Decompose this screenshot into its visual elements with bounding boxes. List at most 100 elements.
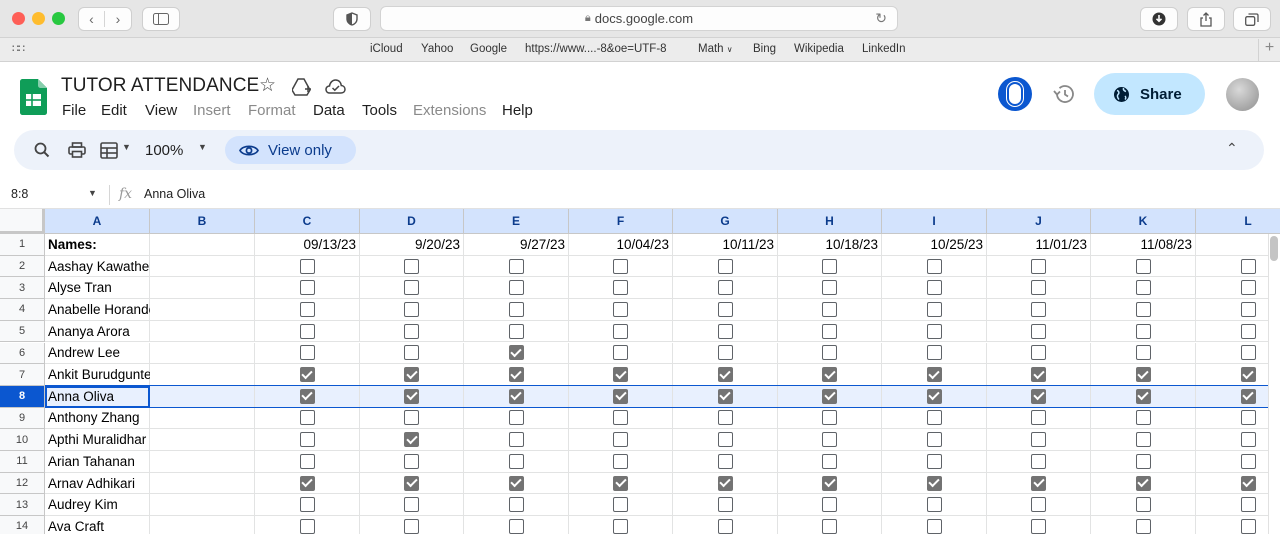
checkbox-cell[interactable] bbox=[673, 342, 778, 365]
checkbox-cell[interactable] bbox=[1091, 299, 1196, 321]
name-cell[interactable]: Ankit Burudgunte bbox=[45, 364, 152, 386]
unchecked-checkbox[interactable] bbox=[1240, 301, 1256, 317]
checked-checkbox[interactable] bbox=[613, 367, 628, 383]
name-cell[interactable]: Anabelle Horande bbox=[45, 299, 156, 321]
empty-cell[interactable] bbox=[150, 342, 255, 365]
date-header-cell[interactable]: 10/11/23 bbox=[673, 234, 778, 256]
close-window-button[interactable] bbox=[12, 12, 25, 25]
checked-checkbox[interactable] bbox=[404, 475, 419, 491]
unchecked-checkbox[interactable] bbox=[299, 453, 315, 469]
checked-checkbox[interactable] bbox=[926, 367, 942, 383]
checkbox-cell[interactable] bbox=[1091, 451, 1196, 473]
unchecked-checkbox[interactable] bbox=[508, 301, 524, 317]
checkbox-cell[interactable] bbox=[255, 277, 360, 300]
checkbox-cell[interactable] bbox=[673, 407, 778, 430]
name-cell[interactable]: Aashay Kawathekar bbox=[45, 255, 168, 278]
date-header-cell[interactable]: 10/04/23 bbox=[569, 234, 673, 256]
unchecked-checkbox[interactable] bbox=[1031, 432, 1046, 448]
checkbox-cell[interactable] bbox=[987, 472, 1091, 495]
reload-icon[interactable]: ↻ bbox=[875, 10, 887, 27]
checked-checkbox[interactable] bbox=[508, 367, 524, 383]
menu-extensions[interactable]: Extensions bbox=[413, 102, 486, 119]
checkbox-cell[interactable] bbox=[778, 299, 882, 321]
unchecked-checkbox[interactable] bbox=[1031, 453, 1046, 469]
checkbox-cell[interactable] bbox=[882, 494, 987, 517]
unchecked-checkbox[interactable] bbox=[926, 518, 942, 534]
unchecked-checkbox[interactable] bbox=[717, 258, 733, 274]
checkbox-cell[interactable] bbox=[464, 407, 569, 430]
checkbox-cell[interactable] bbox=[987, 451, 1091, 473]
version-history-icon[interactable] bbox=[1053, 84, 1075, 104]
empty-cell[interactable] bbox=[150, 299, 255, 321]
checkbox-cell[interactable] bbox=[360, 451, 464, 473]
unchecked-checkbox[interactable] bbox=[1240, 323, 1256, 339]
unchecked-checkbox[interactable] bbox=[299, 301, 315, 317]
share-button[interactable]: Share bbox=[1094, 73, 1205, 115]
bookmark-google[interactable]: Google bbox=[470, 43, 507, 55]
checkbox-cell[interactable] bbox=[1091, 494, 1196, 517]
checkbox-cell[interactable] bbox=[464, 277, 569, 300]
checkbox-cell[interactable] bbox=[673, 516, 778, 534]
column-header-c[interactable]: C bbox=[255, 209, 360, 234]
checked-checkbox[interactable] bbox=[822, 388, 837, 404]
checked-checkbox[interactable] bbox=[717, 475, 733, 491]
unchecked-checkbox[interactable] bbox=[404, 345, 419, 361]
checkbox-cell[interactable] bbox=[569, 429, 673, 451]
checked-checkbox[interactable] bbox=[717, 388, 733, 404]
name-cell[interactable]: Andrew Lee bbox=[45, 342, 150, 365]
date-header-cell[interactable]: 09/13/23 bbox=[255, 234, 360, 256]
empty-cell[interactable] bbox=[150, 320, 255, 343]
checkbox-cell[interactable] bbox=[1091, 429, 1196, 451]
name-cell[interactable]: Audrey Kim bbox=[45, 494, 150, 517]
column-header-a[interactable]: A bbox=[45, 209, 150, 234]
checkbox-cell[interactable] bbox=[464, 472, 569, 495]
checked-checkbox[interactable] bbox=[404, 432, 419, 448]
checkbox-cell[interactable] bbox=[360, 364, 464, 386]
checkbox-cell[interactable] bbox=[255, 407, 360, 430]
unchecked-checkbox[interactable] bbox=[404, 280, 419, 296]
checkbox-cell[interactable] bbox=[778, 342, 882, 365]
row-header[interactable]: 3 bbox=[0, 277, 45, 300]
unchecked-checkbox[interactable] bbox=[1135, 301, 1151, 317]
checkbox-cell[interactable] bbox=[255, 320, 360, 343]
checkbox-cell[interactable] bbox=[569, 364, 673, 386]
checkbox-cell[interactable] bbox=[1091, 407, 1196, 430]
name-cell[interactable]: Alyse Tran bbox=[45, 277, 150, 300]
unchecked-checkbox[interactable] bbox=[613, 432, 628, 448]
unchecked-checkbox[interactable] bbox=[613, 258, 628, 274]
row-header[interactable]: 2 bbox=[0, 255, 45, 278]
unchecked-checkbox[interactable] bbox=[1240, 432, 1256, 448]
unchecked-checkbox[interactable] bbox=[613, 280, 628, 296]
unchecked-checkbox[interactable] bbox=[508, 518, 524, 534]
unchecked-checkbox[interactable] bbox=[404, 497, 419, 513]
forward-icon[interactable]: › bbox=[105, 11, 131, 27]
unchecked-checkbox[interactable] bbox=[613, 497, 628, 513]
checked-checkbox[interactable] bbox=[404, 367, 419, 383]
document-title[interactable]: TUTOR ATTENDANCE bbox=[61, 75, 259, 97]
unchecked-checkbox[interactable] bbox=[926, 323, 942, 339]
unchecked-checkbox[interactable] bbox=[717, 497, 733, 513]
row-header[interactable]: 11 bbox=[0, 451, 45, 473]
checkbox-cell[interactable] bbox=[778, 472, 882, 495]
unchecked-checkbox[interactable] bbox=[299, 280, 315, 296]
column-header-d[interactable]: D bbox=[360, 209, 464, 234]
checkbox-cell[interactable] bbox=[464, 342, 569, 365]
checkbox-cell[interactable] bbox=[464, 451, 569, 473]
unchecked-checkbox[interactable] bbox=[822, 280, 837, 296]
checkbox-cell[interactable] bbox=[987, 255, 1091, 278]
view-only-button[interactable]: View only bbox=[225, 136, 356, 164]
unchecked-checkbox[interactable] bbox=[1135, 410, 1151, 426]
checkbox-cell[interactable] bbox=[882, 407, 987, 430]
menu-edit[interactable]: Edit bbox=[101, 102, 127, 119]
back-icon[interactable]: ‹ bbox=[79, 11, 106, 27]
checkbox-cell[interactable] bbox=[255, 385, 360, 408]
checkbox-cell[interactable] bbox=[255, 429, 360, 451]
unchecked-checkbox[interactable] bbox=[404, 323, 419, 339]
column-header-h[interactable]: H bbox=[778, 209, 882, 234]
checkbox-cell[interactable] bbox=[1091, 277, 1196, 300]
empty-cell[interactable] bbox=[150, 516, 255, 534]
checkbox-cell[interactable] bbox=[987, 320, 1091, 343]
checkbox-cell[interactable] bbox=[778, 385, 882, 408]
checkbox-cell[interactable] bbox=[464, 494, 569, 517]
checkbox-cell[interactable] bbox=[1091, 364, 1196, 386]
